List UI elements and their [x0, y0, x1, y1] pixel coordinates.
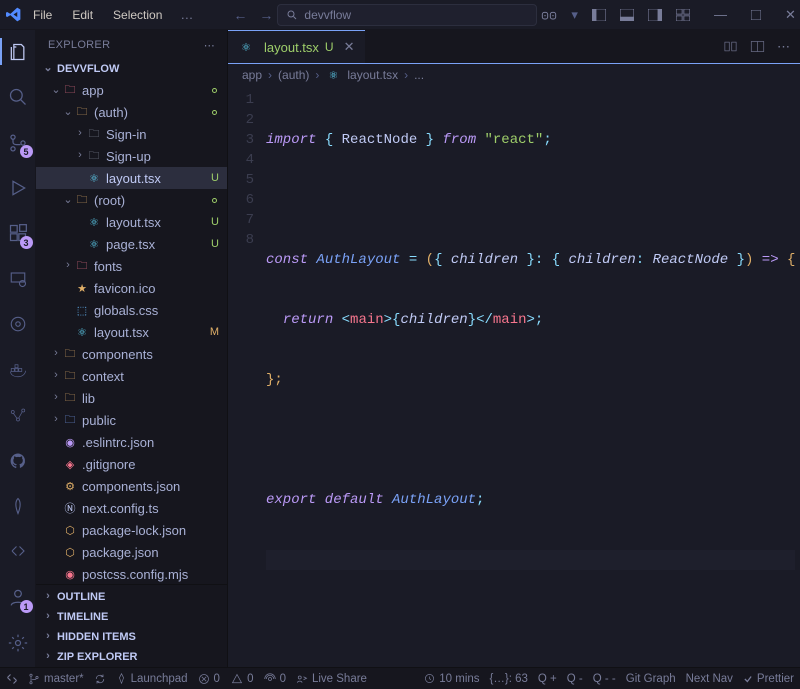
folder-lib[interactable]: 🗀lib: [36, 387, 227, 409]
status-time[interactable]: 10 mins: [424, 673, 479, 685]
compare-icon[interactable]: [723, 39, 738, 54]
status-qdash[interactable]: Q - -: [593, 673, 616, 685]
status-gitgraph[interactable]: Git Graph: [626, 673, 676, 685]
account-icon[interactable]: 1: [0, 583, 36, 611]
status-qminus[interactable]: Q -: [567, 673, 583, 685]
layout-panel-icon[interactable]: [620, 9, 634, 21]
vscode-logo-icon: [6, 6, 21, 24]
search-icon: [286, 9, 298, 21]
sidebar-more-icon[interactable]: ⋯: [204, 39, 215, 52]
folder-signup[interactable]: 🗀Sign-up: [36, 145, 227, 167]
status-branch[interactable]: master*: [28, 673, 84, 685]
status-remote[interactable]: [6, 673, 18, 685]
folder-public[interactable]: 🗀public: [36, 409, 227, 431]
project-header[interactable]: DEVVFLOW: [36, 60, 227, 79]
file-nextconfig[interactable]: Ⓝnext.config.ts: [36, 497, 227, 519]
panel-timeline[interactable]: TIMELINE: [36, 607, 227, 627]
graph-icon[interactable]: [0, 401, 36, 428]
folder-context[interactable]: 🗀context: [36, 365, 227, 387]
close-icon[interactable]: ✕: [775, 7, 800, 23]
panel-hidden[interactable]: HIDDEN ITEMS: [36, 627, 227, 647]
status-launchpad[interactable]: Launchpad: [116, 673, 188, 685]
file-eslint[interactable]: ◉.eslintrc.json: [36, 431, 227, 453]
editor-area: ⚛ layout.tsx U ✕ ⋯ app› (auth)› ⚛layout.…: [228, 30, 800, 667]
editor-more-icon[interactable]: ⋯: [777, 39, 790, 55]
title-bar: File Edit Selection … ← → devvflow ▾ ― ✕: [0, 0, 800, 30]
status-ports[interactable]: 0: [264, 673, 286, 685]
file-components-json[interactable]: ⚙components.json: [36, 475, 227, 497]
tab-layout[interactable]: ⚛ layout.tsx U ✕: [228, 30, 365, 63]
github-icon[interactable]: [0, 447, 36, 474]
explorer-icon[interactable]: [0, 38, 36, 65]
status-sync[interactable]: [94, 673, 106, 685]
status-liveshare[interactable]: Live Share: [296, 673, 367, 685]
layout-right-icon[interactable]: [648, 9, 662, 21]
file-gitignore[interactable]: ◈.gitignore: [36, 453, 227, 475]
folder-signin[interactable]: 🗀Sign-in: [36, 123, 227, 145]
menu-selection[interactable]: Selection: [105, 4, 170, 26]
split-icon[interactable]: [750, 40, 765, 53]
copilot-icon[interactable]: [541, 8, 557, 22]
folder-fonts[interactable]: 🗀fonts: [36, 255, 227, 277]
code-editor[interactable]: 12345678 import { ReactNode } from "reac…: [228, 86, 800, 667]
extensions-icon[interactable]: 3: [0, 220, 36, 247]
panel-outline[interactable]: OUTLINE: [36, 587, 227, 607]
folder-components[interactable]: 🗀components: [36, 343, 227, 365]
file-layout-root[interactable]: ⚛layout.tsxU: [36, 211, 227, 233]
file-tree: 🗀app 🗀(auth) 🗀Sign-in 🗀Sign-up ⚛layout.t…: [36, 79, 227, 584]
status-bar: master* Launchpad 0 0 0 Live Share 10 mi…: [0, 667, 800, 689]
gitlens-icon[interactable]: [0, 311, 36, 338]
layout-sidebar-icon[interactable]: [592, 9, 606, 21]
nav-forward-icon[interactable]: →: [259, 7, 273, 23]
tab-close-icon[interactable]: ✕: [344, 39, 355, 55]
status-selection[interactable]: {…}: 63: [490, 673, 528, 685]
layout-custom-icon[interactable]: [676, 9, 690, 21]
menu-edit[interactable]: Edit: [64, 4, 101, 26]
settings-gear-icon[interactable]: [0, 629, 36, 657]
nav-back-icon[interactable]: ←: [233, 7, 247, 23]
folder-auth[interactable]: 🗀(auth): [36, 101, 227, 123]
file-favicon[interactable]: ★favicon.ico: [36, 277, 227, 299]
sidebar-title: EXPLORER: [48, 39, 110, 51]
docker-icon[interactable]: [0, 356, 36, 383]
source-control-icon[interactable]: 5: [0, 129, 36, 156]
react-icon: ⚛: [238, 39, 254, 55]
status-qplus[interactable]: Q +: [538, 673, 557, 685]
panel-zip[interactable]: ZIP EXPLORER: [36, 647, 227, 667]
folder-root[interactable]: 🗀(root): [36, 189, 227, 211]
minimize-icon[interactable]: ―: [704, 7, 737, 22]
liveshare-icon[interactable]: [0, 538, 36, 565]
menu-file[interactable]: File: [25, 4, 60, 26]
file-layout-auth[interactable]: ⚛layout.tsxU: [36, 167, 227, 189]
file-postcss[interactable]: ◉postcss.config.mjs: [36, 563, 227, 584]
breadcrumb[interactable]: app› (auth)› ⚛layout.tsx› ...: [228, 64, 800, 86]
folder-app[interactable]: 🗀app: [36, 79, 227, 101]
file-page[interactable]: ⚛page.tsxU: [36, 233, 227, 255]
command-center[interactable]: devvflow: [277, 4, 537, 26]
editor-tabs: ⚛ layout.tsx U ✕ ⋯: [228, 30, 800, 64]
file-pkg[interactable]: ⬡package.json: [36, 541, 227, 563]
mongodb-icon[interactable]: [0, 492, 36, 519]
status-prettier[interactable]: Prettier: [743, 673, 794, 685]
explorer-sidebar: EXPLORER ⋯ DEVVFLOW 🗀app 🗀(auth) 🗀Sign-i…: [36, 30, 228, 667]
file-layout-app[interactable]: ⚛layout.tsxM: [36, 321, 227, 343]
file-pkglock[interactable]: ⬡package-lock.json: [36, 519, 227, 541]
debug-icon[interactable]: [0, 174, 36, 201]
remote-explorer-icon[interactable]: [0, 265, 36, 292]
status-problems[interactable]: 0 0: [198, 673, 254, 685]
search-activity-icon[interactable]: [0, 83, 36, 110]
maximize-icon[interactable]: [751, 10, 761, 20]
status-nextnav[interactable]: Next Nav: [686, 673, 733, 685]
file-globals[interactable]: ⬚globals.css: [36, 299, 227, 321]
activity-bar: 5 3 1: [0, 30, 36, 667]
menu-overflow[interactable]: …: [174, 7, 199, 22]
